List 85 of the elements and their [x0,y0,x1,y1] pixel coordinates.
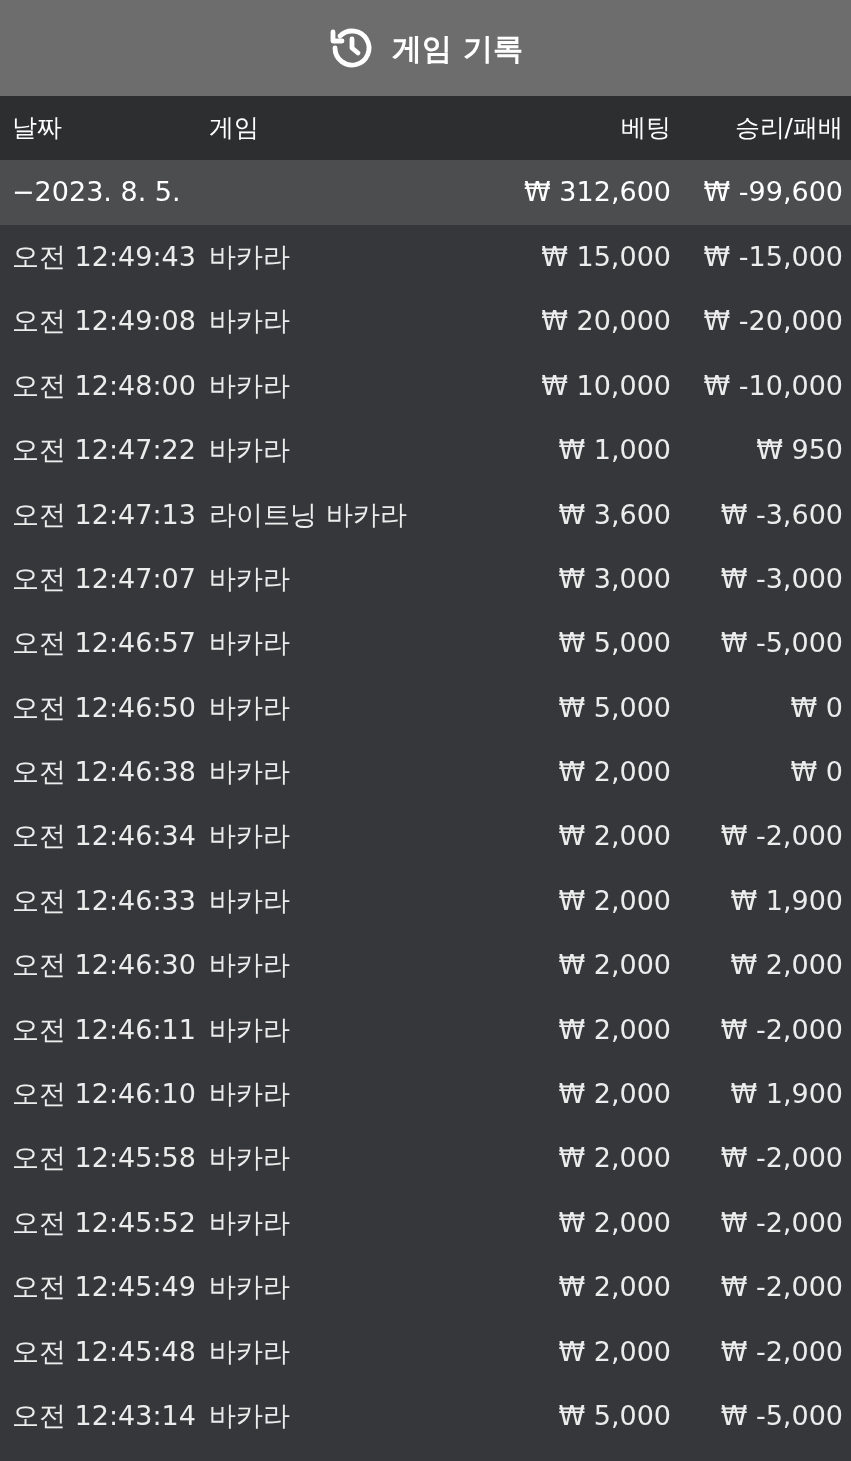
table-cell: 오전 12:46:57 [12,627,196,659]
table-cell: ₩ 2,000 [558,1013,671,1045]
table-cell: 바카라 [209,1335,290,1367]
table-cell: ₩ 1,900 [730,1078,843,1109]
table-cell: ₩ -3,600 [720,498,843,530]
table-cell: 오전 12:49:43 [12,240,196,272]
group-date: −2023. 8. 5. [12,176,181,208]
table-cell: 바카라 [209,240,290,272]
table-cell: ₩ 2,000 [730,949,843,981]
table-cell: ₩ -2,000 [720,1206,843,1238]
table-cell: 바카라 [209,756,290,788]
table-cell: ₩ -2,000 [720,1271,843,1303]
table-cell: 오전 12:46:33 [12,884,196,916]
table-cell: 바카라 [209,434,290,466]
table-cell: 바카라 [209,305,290,337]
column-header: 승리/패배 [734,113,843,143]
table-cell: ₩ 15,000 [541,240,671,272]
table-cell: ₩ -2,000 [720,1142,843,1174]
table-cell: ₩ -2,000 [720,1335,843,1367]
table-cell: ₩ -3,000 [720,562,843,594]
table-cell: 오전 12:46:34 [12,820,196,852]
table-cell: 오전 12:47:07 [12,562,196,594]
table-cell: ₩ -5,000 [720,1399,843,1431]
table-cell: 오전 12:46:30 [12,949,196,981]
table-cell: 바카라 [209,1399,290,1431]
group-bet-total: ₩ 312,600 [524,176,671,208]
table-cell: 오전 12:45:48 [12,1335,196,1367]
group-result-total: ₩ -99,600 [703,176,843,208]
column-header: 게임 [209,113,259,143]
table-cell: 오전 12:46:38 [12,756,196,788]
table-cell: 오전 12:45:49 [12,1271,196,1303]
window-title: 게임 기록 [392,29,523,68]
table-cell: ₩ 2,000 [558,1335,671,1367]
table-cell: ₩ 2,000 [558,949,671,981]
table-cell: ₩ 5,000 [558,691,671,723]
table-cell: ₩ 2,000 [558,884,671,916]
table-cell: 바카라 [209,627,290,659]
table-cell: 바카라 [209,884,290,916]
table-cell: ₩ -10,000 [703,369,843,401]
table-cell: 오전 12:46:11 [12,1013,196,1045]
column-header: 날짜 [12,113,62,143]
table-cell: 바카라 [209,1271,290,1303]
table-cell: ₩ 2,000 [558,1142,671,1174]
table-cell: 오전 12:46:10 [12,1078,196,1109]
table-cell: ₩ 2,000 [558,756,671,788]
table-cell: 오전 12:46:50 [12,691,196,723]
table-cell: 바카라 [209,1013,290,1045]
table-cell: 오전 12:45:52 [12,1206,196,1238]
table-cell: ₩ 0 [790,756,843,788]
column-header: 베팅 [621,113,671,143]
table-cell: ₩ 950 [756,434,843,466]
table-cell: 오전 12:47:13 [12,498,196,530]
table-cell: 바카라 [209,820,290,852]
table-cell: 바카라 [209,1206,290,1238]
table-cell: 바카라 [209,949,290,981]
table-cell: 바카라 [209,1078,290,1109]
table-cell: 오전 12:49:08 [12,305,196,337]
table-cell: ₩ -20,000 [703,305,843,337]
table-cell: ₩ 3,000 [558,562,671,594]
table-cell: 바카라 [209,691,290,723]
date-group-row[interactable]: −2023. 8. 5. ₩ 312,600 ₩ -99,600 [0,160,851,225]
table-cell: ₩ -5,000 [720,627,843,659]
table-cell: 라이트닝 바카라 [209,498,407,530]
table-cell: ₩ 2,000 [558,820,671,852]
table-cell: ₩ -15,000 [703,240,843,272]
table-cell: 오전 12:45:58 [12,1142,196,1174]
table-cell: ₩ 10,000 [541,369,671,401]
table-cell: 오전 12:48:00 [12,369,196,401]
table-cell: ₩ 5,000 [558,1399,671,1431]
table-cell: 바카라 [209,562,290,594]
table-cell: 오전 12:43:14 [12,1399,196,1431]
table-cell: ₩ 0 [790,691,843,723]
table-cell: ₩ 2,000 [558,1271,671,1303]
table-cell: 바카라 [209,1142,290,1174]
table-cell: ₩ 2,000 [558,1078,671,1109]
table-cell: ₩ 1,900 [730,884,843,916]
table-cell: ₩ -2,000 [720,1013,843,1045]
table-cell: 바카라 [209,369,290,401]
table-cell: 오전 12:47:22 [12,434,196,466]
table-cell: ₩ 1,000 [558,434,671,466]
table-cell: ₩ -2,000 [720,820,843,852]
table-cell: ₩ 20,000 [541,305,671,337]
table-cell: ₩ 2,000 [558,1206,671,1238]
table-cell: ₩ 3,600 [558,498,671,530]
table-cell: ₩ 5,000 [558,627,671,659]
